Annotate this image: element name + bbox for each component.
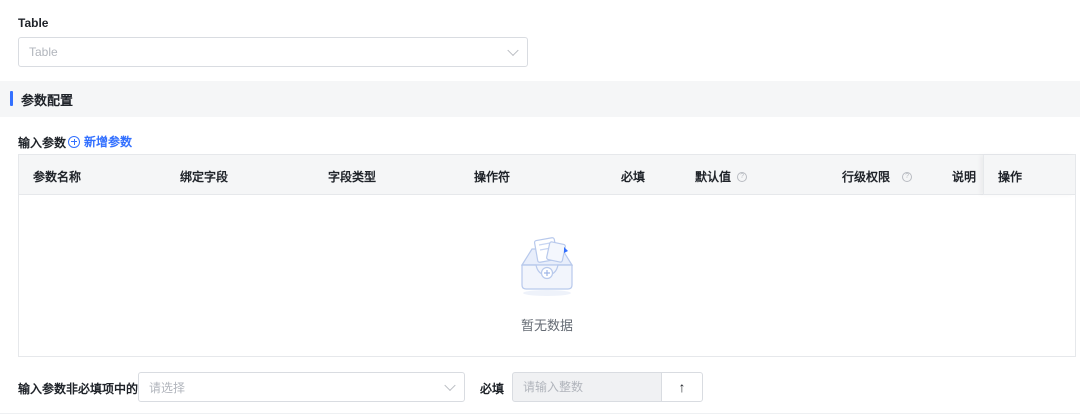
chevron-down-icon xyxy=(507,44,519,57)
add-param-button[interactable]: 新增参数 xyxy=(68,133,132,150)
add-param-label: 新增参数 xyxy=(84,135,133,149)
input-params-label: 输入参数 xyxy=(18,136,67,150)
table-empty-state: 暂无数据 xyxy=(19,195,1075,357)
section-title: 参数配置 xyxy=(21,93,74,108)
table-select[interactable]: Table xyxy=(18,37,528,67)
required-label: 必填 xyxy=(480,382,505,396)
empty-state-text: 暂无数据 xyxy=(520,318,573,333)
column-header-description: 说明 xyxy=(952,170,977,184)
optional-params-select[interactable]: 请选择 xyxy=(138,372,465,402)
table-header: 参数名称 绑定字段 字段类型 操作符 必填 默认值 ? 行级权限 ? 说明 操作 xyxy=(19,155,1075,195)
column-header-actions: 操作 xyxy=(998,170,1023,184)
plus-circle-icon xyxy=(68,135,80,148)
chevron-down-icon xyxy=(444,379,456,392)
column-header-required: 必填 xyxy=(621,170,646,184)
table-field-label: Table xyxy=(18,16,49,30)
column-header-row-permission: 行级权限 ? xyxy=(842,168,913,185)
required-count-input[interactable]: 请输入整数 xyxy=(512,372,662,402)
up-arrow-button[interactable]: ↑ xyxy=(661,372,703,402)
column-header-default-value: 默认值 ? xyxy=(695,168,748,185)
empty-box-icon xyxy=(520,237,574,296)
column-header-param-name: 参数名称 xyxy=(33,170,82,184)
section-accent-bar xyxy=(10,91,13,106)
column-header-actions-cell: 操作 xyxy=(983,155,1075,195)
arrow-up-icon: ↑ xyxy=(678,379,686,395)
divider xyxy=(0,413,1080,414)
column-header-field-type: 字段类型 xyxy=(328,170,377,184)
params-table: 参数名称 绑定字段 字段类型 操作符 必填 默认值 ? 行级权限 ? 说明 操作 xyxy=(18,154,1076,357)
optional-select-placeholder: 请选择 xyxy=(149,380,186,395)
help-icon[interactable]: ? xyxy=(737,171,748,182)
section-header xyxy=(0,81,1080,117)
optional-count-label: 输入参数非必填项中的 xyxy=(18,382,139,396)
column-header-operator: 操作符 xyxy=(474,170,511,184)
table-select-placeholder: Table xyxy=(29,45,58,59)
help-icon[interactable]: ? xyxy=(902,171,913,182)
column-header-bind-field: 绑定字段 xyxy=(180,170,229,184)
